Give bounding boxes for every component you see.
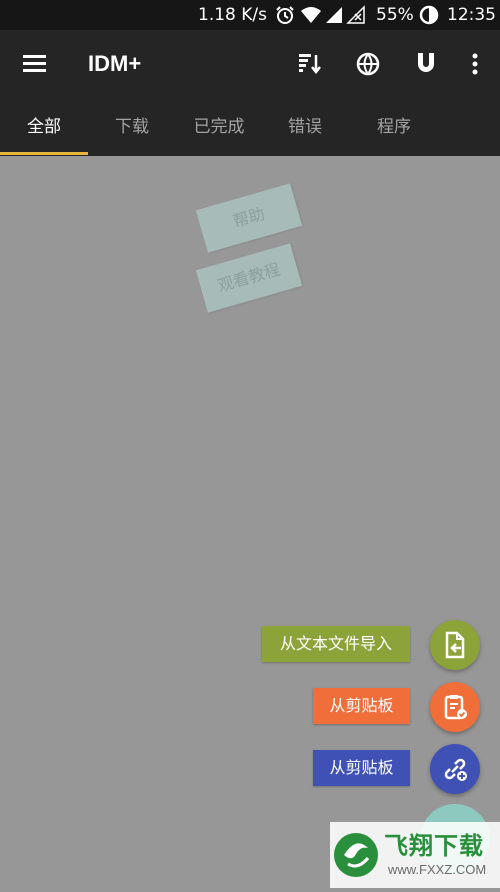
browser-icon[interactable] [353,49,383,79]
more-icon[interactable] [460,49,490,79]
add-link-icon [444,758,467,781]
file-import-icon [445,631,465,659]
tab-all[interactable]: 全部 [0,100,88,156]
tab-downloading[interactable]: 下载 [88,100,176,156]
alarm-icon [274,5,296,25]
battery-icon [418,5,440,25]
tab-programs[interactable]: 程序 [350,100,438,156]
watermark-url: www.FXXZ.COM [388,862,487,877]
app-title: IDM+ [88,51,142,76]
menu-icon[interactable] [20,49,50,79]
signal-icon [324,5,346,25]
add-link-button[interactable] [430,744,480,794]
help-sticker[interactable]: 帮助 [195,183,303,253]
clipboard-check-icon [444,695,467,720]
tab-completed[interactable]: 已完成 [176,100,262,156]
clock: 12:35 [447,5,496,25]
tab-indicator [0,152,88,155]
battery-percent: 55% [376,5,414,25]
watermark: 飞翔下载 www.FXXZ.COM [330,822,500,888]
clipboard-label-2[interactable]: 从剪贴板 [313,750,410,786]
import-text-file-button[interactable] [430,620,480,670]
watermark-title: 飞翔下载 [384,832,484,860]
clipboard-button-1[interactable] [430,682,480,732]
magnet-icon[interactable] [411,49,441,79]
wifi-icon [300,5,322,25]
tab-bar: 全部 下载 已完成 错误 程序 [0,100,500,156]
status-bar: 1.18 K/s 55% 12:35 [0,0,500,30]
network-speed: 1.18 K/s [198,5,267,25]
tutorial-sticker[interactable]: 观看教程 [195,243,303,313]
signal-nodata-icon [346,5,368,25]
tab-errors[interactable]: 错误 [262,100,348,156]
import-text-file-label[interactable]: 从文本文件导入 [262,626,410,662]
app-bar: IDM+ [0,30,500,100]
sort-icon[interactable] [295,49,325,79]
clipboard-label-1[interactable]: 从剪贴板 [313,688,410,724]
